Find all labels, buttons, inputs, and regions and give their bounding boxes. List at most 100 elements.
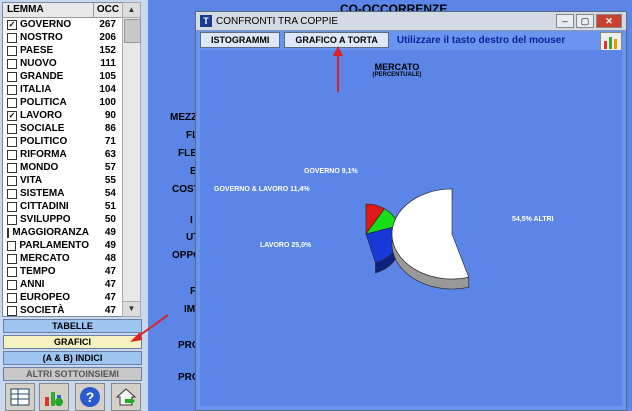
grafico-a-torta-button[interactable]: GRAFICO A TORTA [284, 32, 389, 48]
lemma-table: LEMMA OCC ✓ GOVERNO 267 NOSTRO 206 PAESE 152 NU… [2, 2, 123, 317]
occ-cell: 63 [104, 149, 116, 160]
table-row[interactable]: SVILUPPO 50 [3, 213, 122, 226]
row-checkbox[interactable] [7, 266, 17, 277]
lemma-cell: PARLAMENTO [19, 240, 89, 251]
occ-cell: 267 [99, 19, 116, 30]
pie-data-label: GOVERNO & LAVORO 11,4% [214, 186, 310, 193]
row-checkbox[interactable] [7, 84, 17, 95]
table-row[interactable]: RIFORMA 63 [3, 148, 122, 161]
lemma-cell: SISTEMA [20, 188, 65, 199]
scroll-thumb[interactable] [124, 19, 141, 43]
tabelle-button[interactable]: TABELLE [3, 319, 142, 333]
row-checkbox[interactable] [7, 97, 17, 108]
altri-sottoinsiemi-button[interactable]: ALTRI SOTTOINSIEMI [3, 367, 142, 381]
row-checkbox[interactable]: ✓ [7, 19, 17, 30]
lemma-cell: SOCIETÀ [20, 305, 65, 316]
table-row[interactable]: NUOVO 111 [3, 57, 122, 70]
table-row[interactable]: NOSTRO 206 [3, 31, 122, 44]
lemma-cell: MERCATO [20, 253, 70, 264]
table-row[interactable]: GRANDE 105 [3, 70, 122, 83]
row-checkbox[interactable] [7, 188, 17, 199]
table-row[interactable]: VITA 55 [3, 174, 122, 187]
occ-cell: 86 [104, 123, 116, 134]
lemma-cell: SVILUPPO [20, 214, 71, 225]
dialog-titlebar[interactable]: T CONFRONTI TRA COPPIE – ▢ ✕ [196, 12, 626, 31]
row-checkbox[interactable] [7, 227, 10, 238]
table-scrollbar[interactable]: ▲ ▼ [122, 2, 141, 317]
row-checkbox[interactable] [7, 32, 17, 43]
lemma-cell: RIFORMA [20, 149, 67, 160]
occ-cell: 47 [104, 292, 116, 303]
row-checkbox[interactable] [7, 71, 17, 82]
table-row[interactable]: MONDO 57 [3, 161, 122, 174]
occ-cell: 50 [104, 214, 116, 225]
help-icon[interactable]: ? [75, 383, 105, 411]
table-row[interactable]: PAESE 152 [3, 44, 122, 57]
row-checkbox[interactable] [7, 136, 17, 147]
table-row[interactable]: POLITICO 71 [3, 135, 122, 148]
row-checkbox[interactable] [7, 58, 17, 69]
table-row[interactable]: EUROPEO 47 [3, 291, 122, 304]
row-checkbox[interactable] [7, 149, 17, 160]
chart-icon[interactable] [39, 383, 69, 411]
table-row[interactable]: ITALIA 104 [3, 83, 122, 96]
header-lemma[interactable]: LEMMA [3, 3, 94, 17]
row-checkbox[interactable]: ✓ [7, 110, 17, 121]
background-label: I [190, 215, 193, 226]
table-row[interactable]: TEMPO 47 [3, 265, 122, 278]
table-row[interactable]: POLITICA 100 [3, 96, 122, 109]
table-row[interactable]: ANNI 47 [3, 278, 122, 291]
occ-cell: 152 [99, 45, 116, 56]
header-occ[interactable]: OCC [94, 3, 122, 17]
table-row[interactable]: ✓ LAVORO 90 [3, 109, 122, 122]
confronti-dialog: T CONFRONTI TRA COPPIE – ▢ ✕ ISTOGRAMMI … [195, 11, 627, 411]
lemma-cell: MONDO [20, 162, 59, 173]
scroll-down-icon[interactable]: ▼ [123, 301, 140, 316]
pie-slice-altri [391, 188, 470, 290]
pie-data-label: 54,5% ALTRI [512, 216, 554, 223]
occ-cell: 90 [104, 110, 116, 121]
occ-cell: 100 [99, 97, 116, 108]
app-icon: T [200, 15, 212, 27]
row-checkbox[interactable] [7, 175, 17, 186]
row-checkbox[interactable] [7, 240, 17, 251]
table-row[interactable]: ✓ GOVERNO 267 [3, 18, 122, 31]
dialog-title: CONFRONTI TRA COPPIE [216, 15, 339, 27]
left-panel: LEMMA OCC ✓ GOVERNO 267 NOSTRO 206 PAESE 152 NU… [0, 0, 148, 411]
svg-text:?: ? [86, 389, 95, 405]
row-checkbox[interactable] [7, 253, 17, 264]
row-checkbox[interactable] [7, 162, 17, 173]
row-checkbox[interactable] [7, 214, 17, 225]
dialog-toolbar: ISTOGRAMMI GRAFICO A TORTA Utilizzare il… [200, 32, 565, 48]
close-icon[interactable]: ✕ [596, 14, 622, 28]
row-checkbox[interactable] [7, 292, 17, 303]
table-row[interactable]: SOCIALE 86 [3, 122, 122, 135]
row-checkbox[interactable] [7, 45, 17, 56]
table-row[interactable]: SISTEMA 54 [3, 187, 122, 200]
indici-button[interactable]: (A & B) INDICI [3, 351, 142, 365]
scroll-up-icon[interactable]: ▲ [123, 3, 140, 18]
row-checkbox[interactable] [7, 123, 17, 134]
row-checkbox[interactable] [7, 305, 17, 316]
chart-options-icon[interactable] [600, 32, 622, 52]
lemma-cell: PAESE [20, 45, 54, 56]
pie-chart [365, 188, 470, 290]
table-row[interactable]: MERCATO 48 [3, 252, 122, 265]
table-row[interactable]: CITTADINI 51 [3, 200, 122, 213]
istogrammi-button[interactable]: ISTOGRAMMI [200, 32, 281, 48]
occ-cell: 48 [104, 253, 116, 264]
minimize-icon[interactable]: – [556, 14, 574, 28]
lemma-cell: CITTADINI [20, 201, 69, 212]
occ-cell: 47 [104, 305, 116, 316]
table-row[interactable]: SOCIETÀ 47 [3, 304, 122, 316]
table-icon[interactable] [5, 383, 35, 411]
table-row[interactable]: PARLAMENTO 49 [3, 239, 122, 252]
grafici-button[interactable]: GRAFICI [3, 335, 142, 349]
occ-cell: 51 [104, 201, 116, 212]
occ-cell: 57 [104, 162, 116, 173]
maximize-icon[interactable]: ▢ [576, 14, 594, 28]
row-checkbox[interactable] [7, 279, 17, 290]
table-row[interactable]: MAGGIORANZA 49 [3, 226, 122, 239]
home-icon[interactable] [111, 383, 141, 411]
row-checkbox[interactable] [7, 201, 17, 212]
